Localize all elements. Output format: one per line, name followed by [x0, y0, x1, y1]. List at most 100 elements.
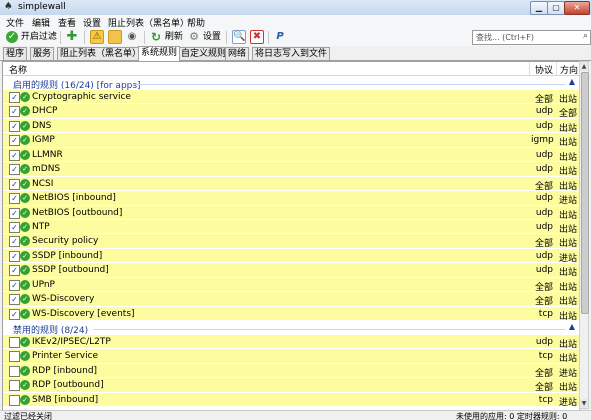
rule-row[interactable]: ✓ ✓ IGMP igmp 出站 — [3, 133, 579, 148]
rule-checkbox[interactable]: ✓ — [9, 207, 20, 219]
rule-checkbox[interactable]: ✓ — [9, 236, 20, 248]
log-search-icon: 🔍 — [232, 30, 246, 44]
rule-checkbox[interactable]: ✓ — [9, 279, 20, 291]
column-header: 名称 协议 方向 — [3, 62, 579, 76]
rule-row[interactable]: ✓ ✓ DHCP udp 全部 — [3, 104, 579, 119]
rule-direction: 进站 — [559, 253, 578, 264]
rule-row[interactable]: ✓ RDP [inbound] 全部 进站 — [3, 363, 579, 379]
settings-button[interactable]: ⚙ 设置 — [188, 30, 221, 44]
filter-status: 过滤已经关闭 — [4, 412, 52, 420]
rule-row[interactable]: ✓ ✓ LLMNR udp 出站 — [3, 147, 579, 163]
rule-checkbox[interactable]: ✓ — [9, 178, 20, 190]
scroll-up-arrow-icon[interactable]: ▲ — [580, 62, 588, 71]
search-icon[interactable]: ⌕ — [583, 31, 588, 41]
tab-network[interactable]: 网络 — [225, 47, 250, 60]
rule-protocol: udp — [535, 120, 553, 131]
menu-help[interactable]: 帮助 — [187, 16, 205, 29]
tab-blocklist[interactable]: 阻止列表（黑名单） — [57, 47, 145, 60]
rule-row[interactable]: ✓ ✓ UPnP 全部 出站 — [3, 277, 579, 293]
rule-protocol: 全部 — [534, 297, 553, 308]
column-divider[interactable] — [529, 62, 530, 75]
rule-checkbox[interactable]: ✓ — [9, 193, 20, 205]
minimize-button[interactable]: ▁ — [530, 1, 548, 15]
tab-custom-rules[interactable]: 自定义规则 — [178, 47, 230, 60]
folder-icon — [108, 30, 122, 44]
donate-button[interactable]: P — [274, 30, 286, 44]
rule-row[interactable]: ✓ SMB [inbound] tcp 进站 — [3, 392, 579, 408]
check-circle-icon: ✓ — [20, 365, 30, 376]
close-button[interactable]: ✕ — [564, 1, 590, 15]
search-input[interactable]: 查找... (Ctrl+F) ⌕ — [472, 30, 591, 45]
collapse-caret-icon[interactable]: ▲ — [569, 77, 575, 86]
rule-checkbox[interactable]: ✓ — [9, 250, 20, 262]
tab-services[interactable]: 服务 — [30, 47, 55, 60]
tab-system-rules[interactable]: 系统规则 — [138, 46, 181, 61]
rule-row[interactable]: ✓ Printer Service tcp 出站 — [3, 349, 579, 364]
rules-list[interactable]: 名称 协议 方向 启用的规则 (16/24) [for apps] ▲ ✓ ✓ Cryp… — [2, 61, 580, 411]
column-name[interactable]: 名称 — [9, 63, 27, 76]
rule-row[interactable]: ✓ ✓ Cryptographic service 全部 出站 — [3, 90, 579, 105]
rule-row[interactable]: ✓ ✓ DNS udp 出站 — [3, 118, 579, 134]
check-circle-icon: ✓ — [20, 308, 30, 319]
rule-row[interactable]: ✓ RDP [outbound] 全部 出站 — [3, 378, 579, 393]
menu-edit[interactable]: 编辑 — [32, 16, 50, 29]
vertical-scrollbar[interactable]: ▲ ▼ — [579, 61, 589, 409]
rule-name: DHCP — [32, 106, 58, 117]
view-button[interactable]: ◉ — [126, 30, 138, 44]
maximize-button[interactable]: ▢ — [547, 1, 565, 15]
rule-checkbox[interactable]: ✓ — [9, 294, 20, 306]
scroll-down-arrow-icon[interactable]: ▼ — [580, 399, 588, 408]
rule-direction: 出站 — [559, 282, 578, 293]
tab-apps[interactable]: 程序 — [3, 47, 28, 60]
rule-checkbox[interactable]: ✓ — [9, 221, 20, 233]
rule-row[interactable]: ✓ ✓ NCSI 全部 出站 — [3, 176, 579, 192]
add-button[interactable]: ✚ — [66, 30, 78, 44]
rule-row[interactable]: ✓ ✓ NetBIOS [inbound] udp 进站 — [3, 191, 579, 206]
rule-checkbox[interactable]: ✓ — [9, 164, 20, 176]
rule-checkbox[interactable] — [9, 337, 20, 348]
rule-row[interactable]: ✓ ✓ Security policy 全部 出站 — [3, 234, 579, 249]
rule-checkbox[interactable]: ✓ — [9, 92, 20, 103]
rule-checkbox[interactable]: ✓ — [9, 149, 20, 161]
folder-button[interactable] — [108, 30, 122, 44]
scroll-thumb[interactable] — [581, 72, 589, 314]
rule-row[interactable]: ✓ ✓ mDNS udp 出站 — [3, 162, 579, 177]
column-direction[interactable]: 方向 — [560, 63, 578, 76]
rule-checkbox[interactable] — [9, 365, 20, 377]
menu-view[interactable]: 查看 — [58, 16, 76, 29]
warning-button[interactable]: ⚠ — [90, 30, 104, 44]
rule-row[interactable]: ✓ ✓ SSDP [outbound] udp 出站 — [3, 263, 579, 278]
rule-protocol: udp — [535, 106, 553, 117]
menu-file[interactable]: 文件 — [6, 16, 24, 29]
rule-checkbox[interactable]: ✓ — [9, 120, 20, 132]
rule-checkbox[interactable]: ✓ — [9, 265, 20, 277]
tab-log-to-file[interactable]: 将日志写入到文件 — [252, 47, 331, 60]
column-divider[interactable] — [556, 62, 557, 75]
rule-row[interactable]: ✓ ✓ NTP udp 出站 — [3, 219, 579, 235]
menu-blocklist[interactable]: 阻止列表（黑名单） — [108, 16, 189, 29]
rule-row[interactable]: ✓ ✓ WS-Discovery 全部 出站 — [3, 292, 579, 308]
rule-row[interactable]: ✓ IKEv2/IPSEC/L2TP udp 出站 — [3, 335, 579, 350]
collapse-caret-icon[interactable]: ▲ — [569, 322, 575, 331]
rule-checkbox[interactable] — [9, 380, 20, 392]
rule-row[interactable]: ✓ ✓ NetBIOS [outbound] udp 出站 — [3, 205, 579, 221]
group-header[interactable]: 启用的规则 (16/24) [for apps] ▲ — [3, 76, 579, 91]
rule-row[interactable]: ✓ ✓ WS-Discovery [events] tcp 出站 — [3, 306, 579, 322]
check-circle-icon: ✓ — [20, 92, 30, 102]
rule-checkbox[interactable]: ✓ — [9, 308, 20, 320]
rule-checkbox[interactable]: ✓ — [9, 135, 20, 147]
group-header[interactable]: 禁用的规则 (8/24) ▲ — [3, 321, 579, 336]
enable-filter-button[interactable]: ✓ 开启过滤 — [6, 30, 57, 44]
column-protocol[interactable]: 协议 — [535, 63, 553, 76]
rule-protocol: udp — [535, 337, 553, 347]
log-button[interactable]: 🔍 — [232, 30, 246, 44]
rule-checkbox[interactable] — [9, 351, 20, 363]
rule-row[interactable]: ✓ ✓ SSDP [inbound] udp 进站 — [3, 248, 579, 264]
clear-log-button[interactable]: ✖ — [250, 30, 264, 44]
menu-settings[interactable]: 设置 — [83, 16, 101, 29]
refresh-button[interactable]: ↻ 刷新 — [150, 30, 183, 44]
rule-checkbox[interactable]: ✓ — [9, 106, 20, 118]
rule-protocol: tcp — [538, 308, 553, 319]
rule-checkbox[interactable] — [9, 394, 20, 406]
rule-protocol: tcp — [538, 394, 553, 405]
